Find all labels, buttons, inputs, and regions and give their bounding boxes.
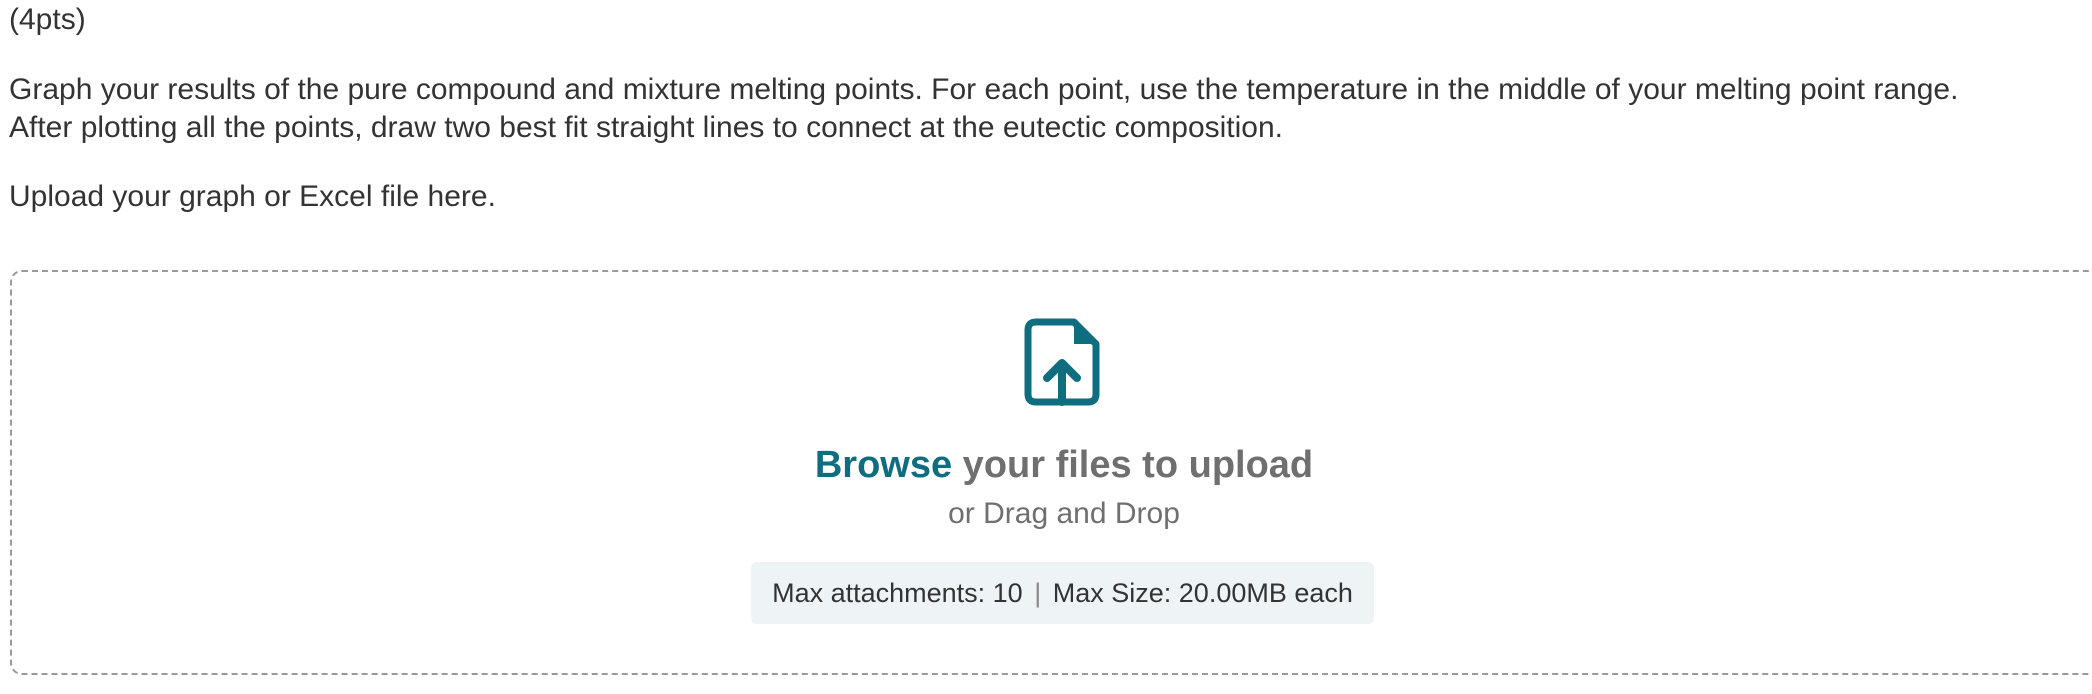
upload-prompt: Upload your graph or Excel file here. xyxy=(9,180,496,213)
browse-link[interactable]: Browse xyxy=(815,444,952,486)
question-instructions: Graph your results of the pure compound … xyxy=(9,71,2092,147)
instruction-line-2: After plotting all the points, draw two … xyxy=(9,111,1284,144)
browse-line: Browse your files to upload xyxy=(0,441,2092,489)
upload-limits: Max attachments: 10 | Max Size: 20.00MB … xyxy=(751,562,1374,624)
browse-suffix: your files to upload xyxy=(952,444,1314,486)
instruction-line-1: Graph your results of the pure compound … xyxy=(9,73,1959,106)
max-size: Max Size: 20.00MB each xyxy=(1052,578,1353,608)
limits-separator: | xyxy=(1034,578,1042,608)
file-upload-icon[interactable] xyxy=(1024,318,1100,406)
question-points: (4pts) xyxy=(9,3,86,36)
max-attachments: Max attachments: 10 xyxy=(772,578,1023,608)
drag-drop-hint: or Drag and Drop xyxy=(948,497,1180,530)
